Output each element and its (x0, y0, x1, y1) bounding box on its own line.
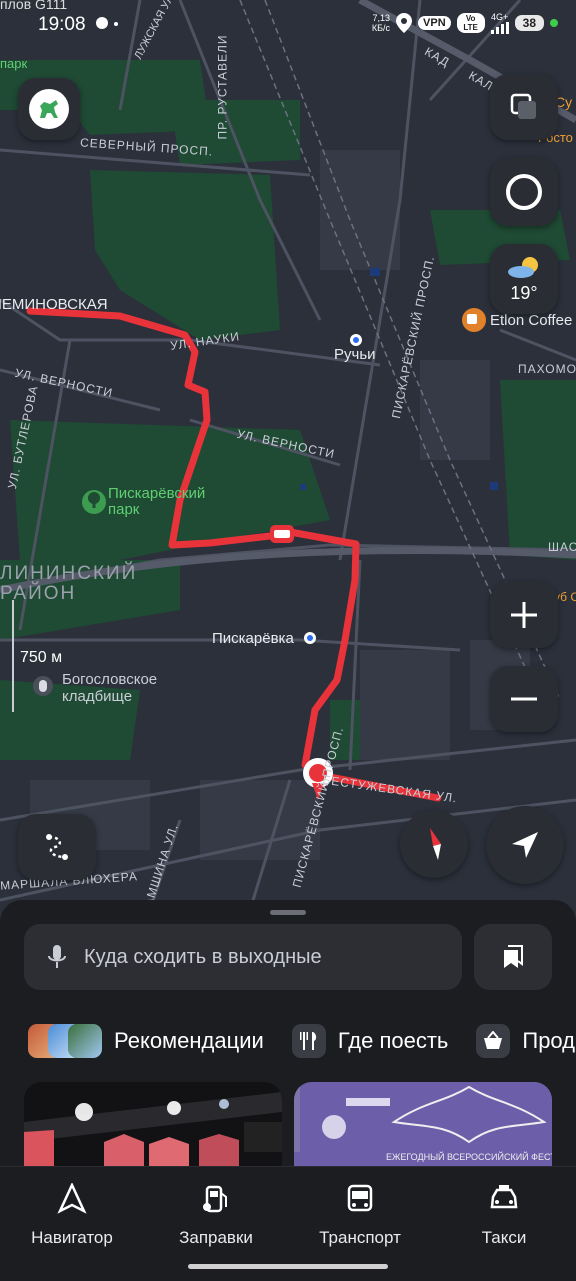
bookmarks-icon (504, 945, 523, 968)
partly-cloudy-icon (508, 256, 538, 278)
basket-icon (476, 1024, 511, 1058)
route-options-button[interactable] (18, 814, 96, 880)
nav-navigator[interactable]: Навигатор (2, 1182, 142, 1248)
route-icon (46, 834, 68, 860)
sheet-handle[interactable] (270, 910, 306, 915)
compass-icon (430, 828, 441, 860)
category-shops[interactable]: Прод (476, 1024, 575, 1058)
signal-indicator: 4G+ (490, 12, 509, 34)
battery-indicator: 38 (514, 15, 544, 31)
plus-icon (511, 602, 537, 628)
nav-fuel[interactable]: Заправки (146, 1183, 286, 1248)
dinosaur-icon (40, 100, 58, 118)
nav-label: Такси (481, 1228, 527, 1247)
bookmarks-button[interactable] (474, 924, 552, 990)
bottom-navigation: Навигатор Заправки Транспорт Такси (0, 1166, 576, 1281)
category-label: Где поесть (337, 1028, 449, 1053)
scale-label: 750 м (20, 649, 63, 666)
signal-icon (490, 22, 509, 34)
fork-knife-icon (291, 1024, 326, 1058)
street-label: ПР. РУСТАВЕЛИ (215, 34, 230, 140)
alice-assistant-button[interactable] (490, 158, 558, 226)
weather-widget[interactable]: 19° (490, 244, 558, 314)
profile-avatar-button[interactable] (18, 78, 80, 140)
home-indicator[interactable] (188, 1264, 388, 1269)
vpn-badge: VPN (418, 16, 451, 30)
notification-dot-icon (114, 22, 118, 26)
card-image (24, 1082, 282, 1168)
street-label: ШАС (548, 540, 576, 554)
weather-temperature: 19° (510, 282, 538, 303)
location-icon (396, 13, 413, 33)
promo-card[interactable]: ЕЖЕГОДНЫЙ ВСЕРОССИЙСКИЙ ФЕСТИВАЛЬ (294, 1082, 552, 1168)
navigator-icon (57, 1182, 87, 1214)
fuel-icon (203, 1185, 227, 1213)
bus-icon (347, 1184, 373, 1212)
carrier-label: плов G111 (0, 0, 68, 12)
metro-station-icon[interactable] (350, 334, 362, 346)
volte-badge: Vo LTE (456, 13, 485, 33)
park-label[interactable]: парк (0, 56, 27, 71)
recommendations-icon (28, 1024, 102, 1058)
speed-unit: КБ/с (371, 23, 391, 33)
layers-button[interactable] (490, 74, 558, 140)
layers-icon (510, 93, 536, 119)
my-location-button[interactable] (486, 806, 564, 884)
privacy-dot-icon (550, 19, 558, 27)
metro-station-icon[interactable] (304, 632, 316, 644)
zoom-out-button[interactable] (490, 666, 558, 732)
network-type: 4G+ (491, 12, 509, 22)
district-label: ЛИНИНСКИЙ РАЙОН (0, 563, 138, 604)
minus-icon (511, 697, 537, 701)
park-label[interactable]: Пискарёвский парк (108, 486, 228, 518)
category-label: Прод (522, 1028, 576, 1053)
category-recommendations[interactable]: Рекомендации (28, 1024, 264, 1058)
clock: 19:08 (38, 14, 86, 35)
street-label: ПАХОМОВ (518, 362, 576, 376)
taxi-icon (490, 1185, 518, 1209)
station-label[interactable]: Пискарёвка (212, 630, 294, 647)
category-label: Рекомендации (114, 1028, 264, 1053)
coffee-icon[interactable] (462, 308, 486, 332)
category-chips: Рекомендации Где поесть Прод (28, 1020, 576, 1062)
roadworks-icon[interactable] (270, 525, 294, 543)
nav-label: Заправки (179, 1228, 253, 1247)
network-speed: 7,13 КБ/с (372, 13, 390, 33)
navigation-arrow-icon (512, 832, 538, 858)
card-image (294, 1082, 552, 1152)
card-caption: ЕЖЕГОДНЫЙ ВСЕРОССИЙСКИЙ ФЕСТИВАЛЬ (386, 1152, 552, 1162)
status-bar: плов G111 19:08 7,13 КБ/с VPN Vo LTE 4G+… (0, 0, 576, 50)
cemetery-label[interactable]: Богословское кладбище (62, 671, 182, 705)
search-input[interactable]: Куда сходить в выходные (84, 946, 322, 969)
cafe-label[interactable]: Etlon Coffee (490, 312, 572, 329)
nav-label: Навигатор (31, 1228, 113, 1247)
nav-taxi[interactable]: Такси (434, 1183, 574, 1248)
category-food[interactable]: Где поесть (291, 1024, 449, 1058)
street-label: ЛЕМИНОВСКАЯ (0, 296, 108, 313)
nav-label: Транспорт (319, 1228, 401, 1247)
cemetery-icon[interactable] (33, 676, 53, 696)
compass-button[interactable] (400, 810, 468, 878)
speed-value: 7,13 (372, 13, 391, 23)
alice-icon (506, 174, 542, 210)
search-bar[interactable]: Куда сходить в выходные (24, 924, 462, 990)
avatar (29, 89, 69, 129)
chat-icon (96, 17, 108, 29)
tree-icon[interactable] (82, 490, 106, 514)
nav-transport[interactable]: Транспорт (290, 1183, 430, 1248)
microphone-icon[interactable] (46, 943, 68, 971)
station-label[interactable]: Ручьи (334, 346, 376, 363)
promo-card[interactable] (24, 1082, 282, 1168)
zoom-in-button[interactable] (490, 582, 558, 648)
